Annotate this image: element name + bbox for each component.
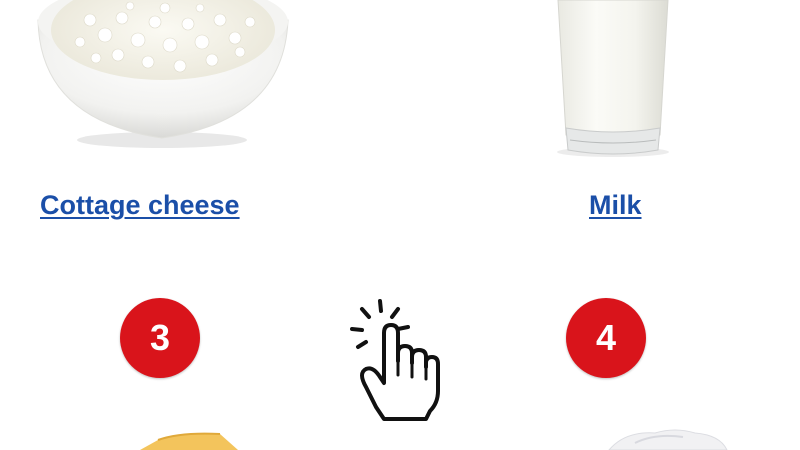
- tap-hand-icon: [350, 299, 440, 421]
- badge-number: 3: [149, 317, 171, 358]
- milk-glass-image[interactable]: [548, 0, 678, 160]
- number-badge-4: 4: [566, 298, 646, 378]
- number-badge-3: 3: [120, 298, 200, 378]
- milk-link[interactable]: Milk: [589, 190, 642, 221]
- cheese-block-image[interactable]: [120, 430, 250, 450]
- cream-bowl-image[interactable]: [595, 425, 735, 450]
- badge-number: 4: [595, 317, 617, 358]
- cottage-cheese-link[interactable]: Cottage cheese: [40, 190, 240, 221]
- cottage-cheese-image[interactable]: [30, 0, 295, 150]
